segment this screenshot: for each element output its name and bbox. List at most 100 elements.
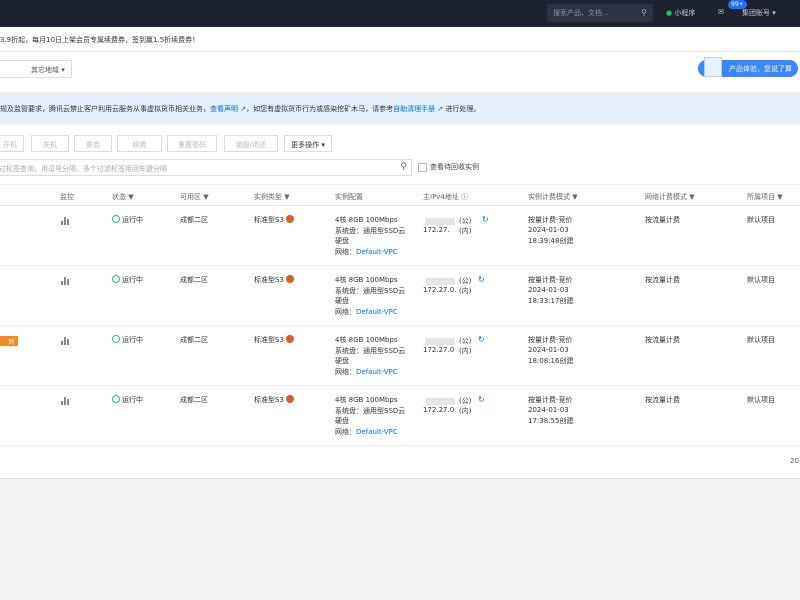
filter-icon: ▼	[689, 193, 695, 201]
col-config: 实例配置	[335, 193, 363, 201]
col-project[interactable]: 所属项目 ▼	[747, 192, 783, 202]
created-time: 18:08:16创建	[528, 357, 574, 365]
stop-button[interactable]: 关机	[31, 135, 69, 152]
restart-button[interactable]: 重启	[74, 135, 112, 152]
ip-private-tag: (内)	[459, 347, 472, 355]
notice-text: 规及监管要求，腾讯云禁止客户利用云服务从事虚拟货币相关业务，	[0, 105, 210, 113]
project-cell: 默认项目	[747, 336, 775, 344]
col-billing[interactable]: 实例计费模式 ▼	[528, 192, 578, 202]
table-row[interactable]: 运行中 成都二区 标准型S3 4核 8GB 100Mbps 系统盘：通用型SSD…	[0, 386, 800, 446]
ip-public-tag: (公)	[459, 397, 472, 405]
ip-private-tag: (内)	[459, 227, 472, 235]
created-time: 18:39:48创建	[528, 237, 574, 245]
ip-redacted	[425, 278, 455, 285]
billing-cell: 按量计费-竞价	[528, 276, 573, 284]
reset-password-button[interactable]: 重置密码	[167, 135, 217, 152]
region-select[interactable]: 其它地域 ▾	[0, 60, 72, 78]
network-cell: 网络：Default-VPC	[335, 308, 398, 316]
config-cell: 4核 8GB 100Mbps	[335, 396, 398, 404]
cpu-vendor-icon	[285, 395, 294, 403]
experience-feedback-button[interactable]: 产品体验，您说了算	[698, 57, 798, 77]
created-date: 2024-01-03	[528, 406, 569, 414]
filter-placeholder: 过标签查询，用逗号分隔，多个过滤标签用回车键分隔	[0, 165, 167, 173]
start-button[interactable]: 开机	[0, 135, 24, 152]
ip-redacted	[425, 218, 455, 225]
ip-private: 172.27.	[423, 226, 450, 234]
instance-list-panel: 开机 关机 重启 续费 重置密码 销毁/退还 更多操作 ▾ 过标签查询，用逗号分…	[0, 125, 800, 478]
cpu-vendor-icon	[285, 275, 294, 283]
running-icon	[112, 335, 120, 343]
renew-button[interactable]: 续费	[117, 135, 162, 152]
filter-input[interactable]: 过标签查询，用逗号分隔，多个过滤标签用回车键分隔 ⚲	[0, 159, 412, 176]
col-zone[interactable]: 可用区 ▼	[180, 192, 209, 202]
ip-private: 172.27.0	[423, 346, 455, 354]
col-type[interactable]: 实例类型 ▼	[254, 192, 290, 202]
zone-cell: 成都二区	[180, 276, 208, 284]
region-label: 其它地域	[31, 66, 59, 74]
mail-icon[interactable]: ✉	[718, 8, 724, 16]
vpc-link[interactable]: Default-VPC	[356, 248, 398, 256]
disk-cell-2: 硬盘	[335, 357, 349, 365]
notice-text-2: ，如您有虚拟货币行为或感染挖矿木马，请参考	[246, 105, 394, 113]
vpc-link[interactable]: Default-VPC	[356, 368, 398, 376]
config-cell: 4核 8GB 100Mbps	[335, 216, 398, 224]
refresh-icon[interactable]: ↻	[482, 215, 489, 224]
account-menu[interactable]: 集团账号 ▾	[742, 8, 776, 18]
created-time: 18:33:17创建	[528, 297, 574, 305]
destroy-button[interactable]: 销毁/退还	[224, 135, 278, 152]
more-actions-dropdown[interactable]: 更多操作 ▾	[284, 135, 332, 152]
col-status[interactable]: 状态 ▼	[112, 192, 134, 202]
monitor-chart-icon[interactable]	[61, 277, 69, 285]
net-billing-cell: 按流量计费	[645, 276, 680, 284]
cpu-vendor-icon	[285, 335, 294, 343]
col-net-billing[interactable]: 网络计费模式 ▼	[645, 192, 695, 202]
page-footer-area	[0, 478, 800, 600]
running-icon	[112, 215, 120, 223]
refresh-icon[interactable]: ↻	[478, 275, 485, 284]
config-cell: 4核 8GB 100Mbps	[335, 276, 398, 284]
filter-icon: ▼	[128, 193, 134, 201]
info-icon: ⓘ	[461, 193, 469, 201]
self-help-manual-link[interactable]: 自助清理手册	[393, 105, 435, 113]
disk-cell: 系统盘：通用型SSD云	[335, 227, 406, 235]
table-row[interactable]: 运行中 成都二区 标准型S3 4核 8GB 100Mbps 系统盘：通用型SSD…	[0, 266, 800, 326]
created-date: 2024-01-03	[528, 286, 569, 294]
vpc-link[interactable]: Default-VPC	[356, 428, 398, 436]
type-cell: 标准型S3	[254, 335, 294, 345]
mini-program-icon: ●	[666, 9, 673, 17]
table-header: 监控 状态 ▼ 可用区 ▼ 实例类型 ▼ 实例配置 主IPv4地址 ⓘ 实例计费…	[0, 184, 800, 206]
monitor-chart-icon[interactable]	[61, 397, 69, 405]
mini-program-link[interactable]: ● 小程序	[666, 8, 695, 18]
global-search-input[interactable]: 搜索产品、文档... ⚲	[547, 4, 653, 22]
refresh-icon[interactable]: ↻	[478, 395, 485, 404]
search-icon[interactable]: ⚲	[641, 8, 647, 17]
view-statement-link[interactable]: 查看声明	[210, 105, 238, 113]
disk-cell-2: 硬盘	[335, 237, 349, 245]
disk-cell-2: 硬盘	[335, 297, 349, 305]
ip-private: 172.27.0	[423, 406, 455, 414]
network-cell: 网络：Default-VPC	[335, 248, 398, 256]
table-row[interactable]: 运行中 成都二区 标准型S3 4核 8GB 100Mbps 系统盘：通用型SSD…	[0, 206, 800, 266]
filter-icon: ▼	[284, 193, 290, 201]
page-size-select[interactable]: 20	[790, 457, 799, 465]
external-link-icon: ↗	[435, 105, 446, 113]
monitor-chart-icon[interactable]	[61, 337, 69, 345]
status-cell: 运行中	[112, 395, 143, 405]
monitor-chart-icon[interactable]	[61, 217, 69, 225]
zone-cell: 成都二区	[180, 216, 208, 224]
top-nav-bar: 搜索产品、文档... ⚲ ● 小程序 ✉ 99+ 集团账号 ▾	[0, 0, 800, 27]
col-monitor: 监控	[60, 193, 74, 201]
search-icon[interactable]: ⚲	[400, 162, 407, 172]
ip-private-tag: (内)	[459, 407, 472, 415]
running-icon	[112, 395, 120, 403]
vpc-link[interactable]: Default-VPC	[356, 308, 398, 316]
table-row[interactable]: 到 运行中 成都二区 标准型S3 4核 8GB 100Mbps 系统盘：通用型S…	[0, 326, 800, 386]
show-recycle-checkbox[interactable]	[418, 163, 427, 172]
refresh-icon[interactable]: ↻	[478, 335, 485, 344]
config-cell: 4核 8GB 100Mbps	[335, 336, 398, 344]
region-bar: 其它地域 ▾ 产品体验，您说了算	[0, 52, 800, 92]
status-cell: 运行中	[112, 275, 143, 285]
disk-cell: 系统盘：通用型SSD云	[335, 407, 406, 415]
status-cell: 运行中	[112, 215, 143, 225]
network-cell: 网络：Default-VPC	[335, 428, 398, 436]
